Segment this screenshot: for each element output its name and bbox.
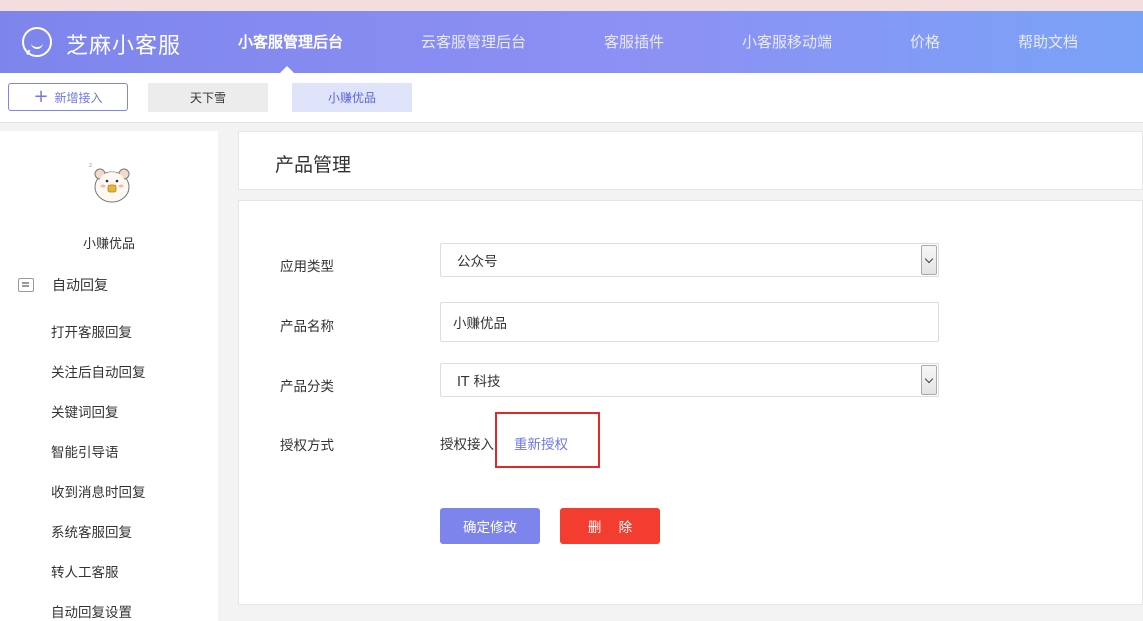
auth-method-value: 授权接入 — [440, 437, 494, 453]
account-bar: + 新增接入 天下雪 小赚优品 — [0, 73, 1143, 123]
category-value: IT 科技 — [457, 374, 501, 390]
menu-item-system-reply[interactable]: 系统客服回复 — [51, 521, 132, 541]
nav-help-docs[interactable]: 帮助文档 — [1018, 31, 1078, 52]
shop-name: 小赚优品 — [82, 237, 135, 252]
menu-item-follow-reply[interactable]: 关注后自动回复 — [51, 361, 146, 381]
nav-plugin[interactable]: 客服插件 — [604, 31, 664, 52]
account-tab-tianxiaxue[interactable]: 天下雪 — [148, 83, 268, 112]
account-tab-xiaozhuanyoupin[interactable]: 小赚优品 — [292, 83, 412, 112]
top-strip — [0, 0, 1143, 11]
category-label: 产品分类 — [280, 379, 334, 395]
delete-button[interactable]: 删 除 — [560, 508, 660, 544]
menu-item-reply-settings[interactable]: 自动回复设置 — [51, 601, 132, 621]
chevron-down-icon — [921, 365, 937, 395]
logo-text: 芝麻小客服 — [66, 34, 182, 59]
menu-auto-reply[interactable]: 自动回复 — [18, 275, 108, 295]
plus-icon: + — [33, 86, 49, 107]
page-header-card: 产品管理 — [238, 131, 1143, 190]
top-navbar: 芝麻小客服 小客服管理后台 云客服管理后台 客服插件 小客服移动端 价格 帮助文… — [0, 11, 1143, 73]
svg-text:z: z — [89, 162, 92, 169]
nav-cloud-admin[interactable]: 云客服管理后台 — [421, 31, 526, 52]
sidebar: z 小赚优品 自动回复 打开客服回复 关注后自动回复 关键词回复 智能引导语 收… — [0, 131, 218, 621]
chat-logo-icon — [22, 27, 52, 57]
product-name-input[interactable]: 小赚优品 — [440, 302, 939, 342]
page-title: 产品管理 — [275, 154, 352, 176]
menu-item-open-reply[interactable]: 打开客服回复 — [51, 321, 132, 341]
hamster-avatar: z — [89, 162, 130, 203]
category-select[interactable]: IT 科技 — [440, 363, 939, 397]
add-access-button[interactable]: + 新增接入 — [8, 83, 128, 111]
comment-icon — [18, 278, 34, 292]
product-form-card: 应用类型 公众号 产品名称 小赚优品 产品分类 IT 科技 授权方式 授权接入 … — [238, 200, 1143, 605]
product-name-label: 产品名称 — [280, 319, 334, 335]
reauthorize-link[interactable]: 重新授权 — [514, 433, 568, 453]
app-type-select[interactable]: 公众号 — [440, 243, 939, 277]
app-type-value: 公众号 — [457, 254, 498, 270]
app-type-label: 应用类型 — [280, 259, 334, 275]
menu-item-message-reply[interactable]: 收到消息时回复 — [51, 481, 146, 501]
nav-mobile[interactable]: 小客服移动端 — [742, 31, 832, 52]
nav-price[interactable]: 价格 — [910, 31, 940, 52]
nav-admin[interactable]: 小客服管理后台 — [238, 31, 343, 52]
menu-item-guide[interactable]: 智能引导语 — [51, 441, 119, 461]
auth-method-label: 授权方式 — [280, 438, 334, 454]
active-nav-caret — [280, 66, 294, 73]
product-name-value: 小赚优品 — [453, 316, 507, 332]
chevron-down-icon — [921, 245, 937, 275]
menu-item-keyword-reply[interactable]: 关键词回复 — [51, 401, 119, 421]
confirm-edit-button[interactable]: 确定修改 — [440, 508, 540, 544]
menu-item-transfer-human[interactable]: 转人工客服 — [51, 561, 119, 581]
menu-auto-reply-label: 自动回复 — [52, 278, 108, 294]
add-access-label: 新增接入 — [54, 90, 103, 105]
